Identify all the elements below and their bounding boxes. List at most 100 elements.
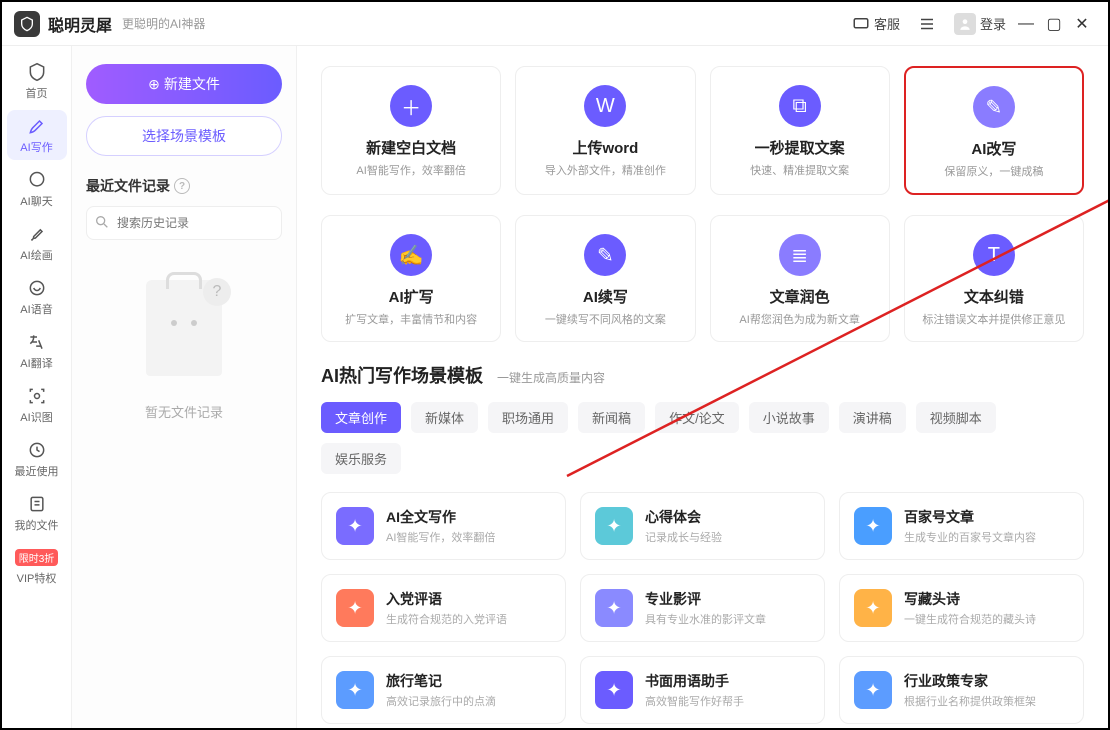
feature-card-6[interactable]: ≣文章润色AI帮您润色为成为新文章: [710, 215, 890, 342]
app-logo: [14, 11, 40, 37]
sidebar-item-recent[interactable]: 最近使用: [7, 434, 67, 484]
close-button[interactable]: ✕: [1068, 14, 1096, 34]
translate-icon: [26, 331, 48, 353]
sidebar-item-ai-write[interactable]: AI写作: [7, 110, 67, 160]
template-title: 入党评语: [386, 589, 507, 609]
feature-card-7[interactable]: T文本纠错标注错误文本并提供修正意见: [904, 215, 1084, 342]
feature-desc: 扩写文章，丰富情节和内容: [332, 311, 490, 327]
template-card-1[interactable]: ✦ 心得体会记录成长与经验: [580, 492, 825, 560]
maximize-button[interactable]: ▢: [1040, 14, 1068, 34]
pen-icon: [26, 115, 48, 137]
feature-desc: 保留原义，一键成稿: [916, 163, 1072, 179]
template-title: 百家号文章: [904, 507, 1036, 527]
home-icon: [26, 61, 48, 83]
menu-button[interactable]: [912, 11, 942, 37]
sidebar-item-ai-voice[interactable]: AI语音: [7, 272, 67, 322]
template-card-8[interactable]: ✦行业政策专家根据行业名称提供政策框架: [839, 656, 1084, 724]
scene-section-subtitle: 一键生成高质量内容: [497, 369, 605, 386]
feature-desc: 标注错误文本并提供修正意见: [915, 311, 1073, 327]
empty-state: ? 暂无文件记录: [86, 280, 282, 421]
sidebar-item-myfiles[interactable]: 我的文件: [7, 488, 67, 538]
feature-title: AI改写: [916, 138, 1072, 159]
template-icon: ✦: [854, 671, 892, 709]
search-icon: [94, 214, 110, 235]
feature-title: AI扩写: [332, 286, 490, 307]
tab-0[interactable]: 文章创作: [321, 402, 401, 433]
template-icon: ✦: [595, 671, 633, 709]
feature-icon: ⧉: [779, 85, 821, 127]
chat-bubble-icon: [26, 169, 48, 191]
minimize-button[interactable]: —: [1012, 15, 1040, 33]
template-title: AI全文写作: [386, 507, 495, 527]
sidebar-item-ai-translate[interactable]: AI翻译: [7, 326, 67, 376]
feature-icon: T: [973, 234, 1015, 276]
feature-title: 一秒提取文案: [721, 137, 879, 158]
feature-title: 上传word: [526, 137, 684, 158]
feature-card-4[interactable]: ✍AI扩写扩写文章，丰富情节和内容: [321, 215, 501, 342]
feature-card-2[interactable]: ⧉一秒提取文案快速、精准提取文案: [710, 66, 890, 195]
template-desc: 记录成长与经验: [645, 529, 722, 545]
new-file-button[interactable]: ⊕ 新建文件: [86, 64, 282, 104]
template-title: 专业影评: [645, 589, 766, 609]
template-desc: 生成专业的百家号文章内容: [904, 529, 1036, 545]
clipboard-illustration: ?: [139, 280, 229, 390]
help-icon[interactable]: ?: [174, 178, 190, 194]
sidebar-item-ai-vision[interactable]: AI识图: [7, 380, 67, 430]
template-card-7[interactable]: ✦ 书面用语助手高效智能写作好帮手: [580, 656, 825, 724]
template-icon: ✦: [595, 589, 633, 627]
voice-icon: [26, 277, 48, 299]
tab-2[interactable]: 职场通用: [488, 402, 568, 433]
template-icon: ✦: [854, 589, 892, 627]
template-desc: 生成符合规范的入党评语: [386, 611, 507, 627]
feature-desc: 导入外部文件，精准创作: [526, 162, 684, 178]
tab-1[interactable]: 新媒体: [411, 402, 478, 433]
template-title: 写藏头诗: [904, 589, 1036, 609]
template-card-2[interactable]: ✦百家号文章生成专业的百家号文章内容: [839, 492, 1084, 560]
sidebar-item-ai-paint[interactable]: AI绘画: [7, 218, 67, 268]
sidebar-item-vip[interactable]: 限时3折 VIP特权: [7, 542, 67, 592]
template-title: 心得体会: [645, 507, 722, 527]
sidebar-item-ai-chat[interactable]: AI聊天: [7, 164, 67, 214]
select-template-button[interactable]: 选择场景模板: [86, 116, 282, 156]
template-desc: 具有专业水准的影评文章: [645, 611, 766, 627]
template-title: 书面用语助手: [645, 671, 744, 691]
feature-desc: 一键续写不同风格的文案: [526, 311, 684, 327]
feature-card-3[interactable]: ✎ AI改写保留原义，一键成稿: [904, 66, 1084, 195]
tab-7[interactable]: 视频脚本: [916, 402, 996, 433]
template-card-5[interactable]: ✦ 写藏头诗一键生成符合规范的藏头诗: [839, 574, 1084, 642]
template-icon: ✦: [595, 507, 633, 545]
template-desc: 一键生成符合规范的藏头诗: [904, 611, 1036, 627]
template-icon: ✦: [336, 507, 374, 545]
sidebar-item-home[interactable]: 首页: [7, 56, 67, 106]
template-icon: ✦: [336, 589, 374, 627]
tab-4[interactable]: 作文/论文: [655, 402, 739, 433]
feature-icon: W: [584, 85, 626, 127]
feature-desc: AI智能写作，效率翻倍: [332, 162, 490, 178]
customer-service-button[interactable]: 客服: [846, 10, 906, 37]
plus-icon: ⊕: [148, 76, 160, 93]
avatar-icon: [954, 13, 976, 35]
feature-card-5[interactable]: ✎AI续写一键续写不同风格的文案: [515, 215, 695, 342]
login-button[interactable]: 登录: [948, 9, 1012, 39]
template-card-3[interactable]: ✦ 入党评语生成符合规范的入党评语: [321, 574, 566, 642]
feature-icon: ＋: [390, 85, 432, 127]
tab-5[interactable]: 小说故事: [749, 402, 829, 433]
feature-card-0[interactable]: ＋新建空白文档AI智能写作，效率翻倍: [321, 66, 501, 195]
feature-icon: ✎: [973, 86, 1015, 128]
template-card-6[interactable]: ✦旅行笔记高效记录旅行中的点滴: [321, 656, 566, 724]
chat-icon: [852, 15, 870, 33]
clock-icon: [26, 439, 48, 461]
search-input[interactable]: [86, 206, 282, 240]
template-card-0[interactable]: ✦AI全文写作AI智能写作，效率翻倍: [321, 492, 566, 560]
template-desc: 高效智能写作好帮手: [645, 693, 744, 709]
feature-title: 文章润色: [721, 286, 879, 307]
tab-3[interactable]: 新闻稿: [578, 402, 645, 433]
feature-icon: ≣: [779, 234, 821, 276]
scan-icon: [26, 385, 48, 407]
template-card-4[interactable]: ✦ 专业影评具有专业水准的影评文章: [580, 574, 825, 642]
tab-8[interactable]: 娱乐服务: [321, 443, 401, 474]
scene-section-title: AI热门写作场景模板: [321, 362, 483, 388]
template-icon: ✦: [336, 671, 374, 709]
feature-card-1[interactable]: W 上传word 导入外部文件，精准创作: [515, 66, 695, 195]
tab-6[interactable]: 演讲稿: [839, 402, 906, 433]
